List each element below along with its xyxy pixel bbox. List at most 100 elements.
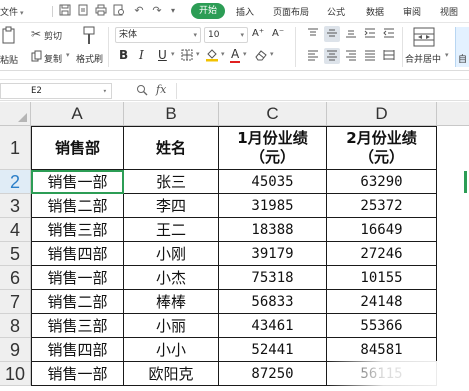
cell-jan[interactable]: 18388: [219, 218, 327, 242]
cell-dept[interactable]: 销售四部: [31, 242, 124, 266]
row-header-8[interactable]: 8: [0, 314, 31, 338]
cell-dept[interactable]: 销售一部: [31, 266, 124, 290]
chevron-down-icon[interactable]: ▾: [66, 51, 70, 59]
tab-view[interactable]: 视图: [440, 5, 458, 18]
column-e-cells[interactable]: [437, 126, 469, 391]
cell-jan[interactable]: 75318: [219, 266, 327, 290]
tab-review[interactable]: 审阅: [403, 5, 421, 18]
merge-center-button[interactable]: 合并居中: [405, 52, 441, 65]
cell-feb[interactable]: 84581: [327, 338, 437, 362]
align-bottom-icon[interactable]: [344, 27, 358, 42]
cell-feb[interactable]: 27246: [327, 242, 437, 266]
cell-feb[interactable]: 56115: [327, 362, 437, 386]
header-cell-jan[interactable]: 1月份业绩 （元）: [219, 126, 327, 170]
cell-feb[interactable]: 25372: [327, 194, 437, 218]
cell-name[interactable]: 王二: [124, 218, 219, 242]
column-header-e[interactable]: [437, 102, 469, 126]
cell-jan[interactable]: 87250: [219, 362, 327, 386]
chevron-down-icon[interactable]: ▾: [221, 50, 225, 58]
cell-name[interactable]: 小杰: [124, 266, 219, 290]
cell-dept[interactable]: 销售三部: [31, 314, 124, 338]
cell-name[interactable]: 小丽: [124, 314, 219, 338]
distributed-align-icon[interactable]: [382, 49, 396, 64]
cell-dept[interactable]: 销售二部: [31, 194, 124, 218]
copy-label[interactable]: 复制: [44, 52, 62, 65]
cell-feb[interactable]: 10155: [327, 266, 437, 290]
tab-formulas[interactable]: 公式: [327, 5, 345, 18]
align-top-icon[interactable]: [306, 27, 320, 42]
row-header-7[interactable]: 7: [0, 290, 31, 314]
print-preview-icon[interactable]: [112, 4, 126, 18]
underline-button[interactable]: U: [158, 48, 167, 62]
cell-jan[interactable]: 52441: [219, 338, 327, 362]
paste-icon[interactable]: [0, 26, 18, 44]
font-size-select[interactable]: 10 ▾: [204, 27, 248, 43]
fill-color-icon[interactable]: [205, 48, 219, 65]
cell-dept[interactable]: 销售一部: [31, 170, 124, 194]
row-header-3[interactable]: 3: [0, 194, 31, 218]
tab-home[interactable]: 开始: [191, 3, 225, 19]
font-name-select[interactable]: 宋体 ▾: [115, 27, 201, 43]
column-header-c[interactable]: C: [219, 102, 327, 126]
column-header-d[interactable]: D: [327, 102, 437, 126]
cell-dept[interactable]: 销售四部: [31, 338, 124, 362]
zoom-icon[interactable]: [136, 84, 148, 100]
row-header-1[interactable]: 1: [0, 126, 31, 170]
chevron-down-icon[interactable]: ▾: [166, 4, 180, 18]
redo-icon[interactable]: ↷: [150, 4, 164, 18]
row-header-10[interactable]: 10: [0, 362, 31, 386]
indent-icon[interactable]: [363, 27, 377, 42]
select-all-button[interactable]: [0, 102, 31, 126]
formula-input[interactable]: [176, 83, 469, 99]
cell-dept[interactable]: 销售三部: [31, 218, 124, 242]
tab-page-layout[interactable]: 页面布局: [273, 5, 309, 18]
grow-font-button[interactable]: A⁺: [252, 28, 264, 39]
cut-label[interactable]: 剪切: [44, 29, 62, 42]
chevron-down-icon[interactable]: ▾: [171, 50, 175, 58]
row-header-5[interactable]: 5: [0, 242, 31, 266]
cell-jan[interactable]: 31985: [219, 194, 327, 218]
cell-feb[interactable]: 16649: [327, 218, 437, 242]
cell-feb[interactable]: 63290: [327, 170, 437, 194]
cell-name[interactable]: 欧阳克: [124, 362, 219, 386]
font-color-button[interactable]: A: [231, 47, 239, 61]
align-right-icon[interactable]: [344, 49, 358, 64]
chevron-down-icon[interactable]: ▾: [196, 50, 200, 58]
name-box[interactable]: E2 ▾: [0, 83, 112, 99]
cell-name[interactable]: 小小: [124, 338, 219, 362]
chevron-down-icon[interactable]: ▾: [445, 51, 449, 59]
save-icon[interactable]: [58, 4, 72, 18]
outdent-icon[interactable]: [382, 27, 396, 42]
cell-jan[interactable]: 45035: [219, 170, 327, 194]
tab-data[interactable]: 数据: [366, 5, 384, 18]
column-header-b[interactable]: B: [124, 102, 219, 126]
cell-name[interactable]: 李四: [124, 194, 219, 218]
row-header-2[interactable]: 2: [0, 170, 31, 194]
print-icon[interactable]: [94, 4, 108, 18]
cell-dept[interactable]: 销售一部: [31, 362, 124, 386]
cell-name[interactable]: 棒棒: [124, 290, 219, 314]
copy-icon[interactable]: [30, 50, 42, 65]
align-left-icon[interactable]: [306, 49, 320, 64]
tab-insert[interactable]: 插入: [236, 5, 254, 18]
cell-jan[interactable]: 39179: [219, 242, 327, 266]
header-cell-name[interactable]: 姓名: [124, 126, 219, 170]
header-cell-feb[interactable]: 2月份业绩 （元）: [327, 126, 437, 170]
cell-dept[interactable]: 销售二部: [31, 290, 124, 314]
file-menu[interactable]: 文件 ▾: [0, 5, 24, 18]
clear-format-icon[interactable]: [254, 48, 268, 65]
row-header-4[interactable]: 4: [0, 218, 31, 242]
shrink-font-button[interactable]: A⁻: [272, 28, 284, 39]
scissors-icon[interactable]: ✂: [30, 27, 42, 41]
export-pdf-icon[interactable]: [76, 4, 90, 18]
chevron-down-icon[interactable]: ▾: [243, 50, 247, 58]
border-icon[interactable]: [180, 49, 194, 64]
italic-button[interactable]: I: [139, 48, 144, 62]
cell-feb[interactable]: 55366: [327, 314, 437, 338]
cell-jan[interactable]: 43461: [219, 314, 327, 338]
cell-feb[interactable]: 24148: [327, 290, 437, 314]
insert-function-button[interactable]: fx: [156, 83, 166, 96]
row-header-6[interactable]: 6: [0, 266, 31, 290]
undo-icon[interactable]: ↶: [132, 4, 146, 18]
format-painter-icon[interactable]: [80, 26, 98, 46]
